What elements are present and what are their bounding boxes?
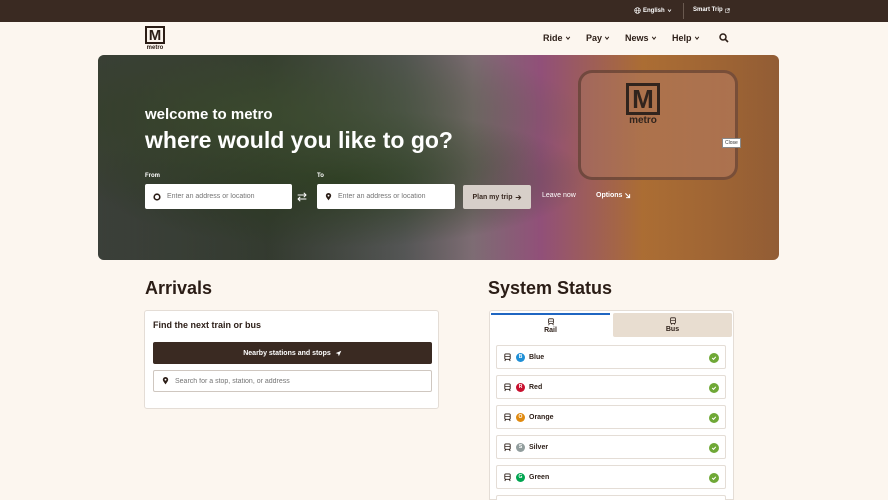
check-circle-icon [709,383,719,393]
utility-bar: English Smart Trip [0,0,888,22]
options-toggle[interactable]: Options [596,192,631,199]
line-badge-blue: B [516,352,525,362]
line-name-green: Green [529,473,550,481]
from-label: From [145,173,160,179]
hero-subtitle: welcome to metro [145,106,273,123]
chevron-down-icon [667,9,671,13]
plan-trip-button[interactable]: Plan my trip [463,185,531,209]
to-label: To [317,173,324,179]
line-badge-orange: O [516,412,525,422]
check-circle-icon [709,413,719,423]
train-icon [504,382,511,391]
location-pin-icon [162,377,169,385]
chevron-down-icon [694,36,699,40]
nav-ride-label: Ride [543,33,563,43]
nav-ride[interactable]: Ride [543,33,571,43]
line-badge-silver: S [516,442,525,452]
arrow-right-icon [515,194,521,200]
train-icon [504,412,511,421]
external-link-icon [724,7,730,13]
utility-divider [683,3,684,19]
smart-trip-link[interactable]: Smart Trip [693,7,730,13]
stop-search-input[interactable] [175,377,415,385]
nav-pay-label: Pay [586,33,603,43]
from-input[interactable] [167,193,277,200]
chevron-down-icon [604,36,610,40]
arrivals-card-title: Find the next train or bus [153,320,262,330]
origin-circle-icon [153,192,161,201]
language-selector[interactable]: English [634,7,672,14]
options-label: Options [596,192,623,199]
location-pin-icon [325,192,332,200]
tab-bus-label: Bus [665,326,680,333]
train-icon [504,352,511,361]
arrivals-heading: Arrivals [145,278,213,298]
check-circle-icon [709,443,719,453]
logo-mark: M [145,26,165,44]
leave-now-selector[interactable]: Leave now [542,192,576,199]
chevron-down-icon [565,36,570,40]
smart-trip-label: Smart Trip [693,7,723,13]
nav-help[interactable]: Help [672,33,700,43]
status-row-red[interactable]: R Red [496,375,726,399]
bus-icon [669,317,676,325]
tab-rail[interactable]: Rail [491,313,610,337]
close-tooltip[interactable]: Close [722,138,741,148]
line-name-orange: Orange [529,413,554,421]
logo-text: metro [146,45,164,51]
status-row-partial [496,495,726,500]
check-circle-icon [709,353,719,363]
line-name-red: Red [529,383,543,391]
line-name-silver: Silver [529,443,549,451]
nav-news[interactable]: News [625,33,657,43]
language-label: English [643,7,665,14]
metro-logo[interactable]: M metro [145,26,165,52]
line-name-blue: Blue [529,353,545,361]
status-row-silver[interactable]: S Silver [496,435,726,459]
tab-rail-label: Rail [544,327,557,334]
arrivals-card: Find the next train or bus Nearby statio… [144,310,439,409]
nearby-stations-label: Nearby stations and stops [243,349,331,357]
location-arrow-icon [335,350,342,356]
hero-title: where would you like to go? [145,127,453,153]
plan-trip-label: Plan my trip [472,193,513,201]
stop-search-field[interactable] [153,370,432,392]
nav-pay[interactable]: Pay [586,33,610,43]
train-icon [547,318,554,326]
search-icon[interactable] [719,33,729,43]
nav-help-label: Help [672,33,692,43]
check-circle-icon [709,473,719,483]
swap-icon[interactable]: ⇄ [297,191,311,203]
status-row-orange[interactable]: O Orange [496,405,726,429]
hero-overlay [98,55,779,260]
line-badge-green: G [516,472,525,482]
line-badge-red: R [516,382,525,392]
globe-icon [634,7,641,14]
hero-banner: M metro Close welcome to metro where wou… [98,55,779,260]
to-field[interactable] [317,184,455,209]
arrow-down-right-icon [625,193,631,199]
train-icon [504,442,511,451]
nearby-stations-button[interactable]: Nearby stations and stops [153,342,432,364]
nav-news-label: News [625,33,649,43]
chevron-down-icon [651,36,656,40]
status-row-green[interactable]: G Green [496,465,726,489]
tab-bus[interactable]: Bus [613,313,732,337]
status-row-blue[interactable]: B Blue [496,345,726,369]
train-icon [504,472,511,481]
system-status-heading: System Status [488,278,613,298]
to-input[interactable] [338,193,448,200]
from-field[interactable] [145,184,292,209]
system-status-panel: Rail Bus B Blue R Red O Orange S Silver … [489,310,734,500]
